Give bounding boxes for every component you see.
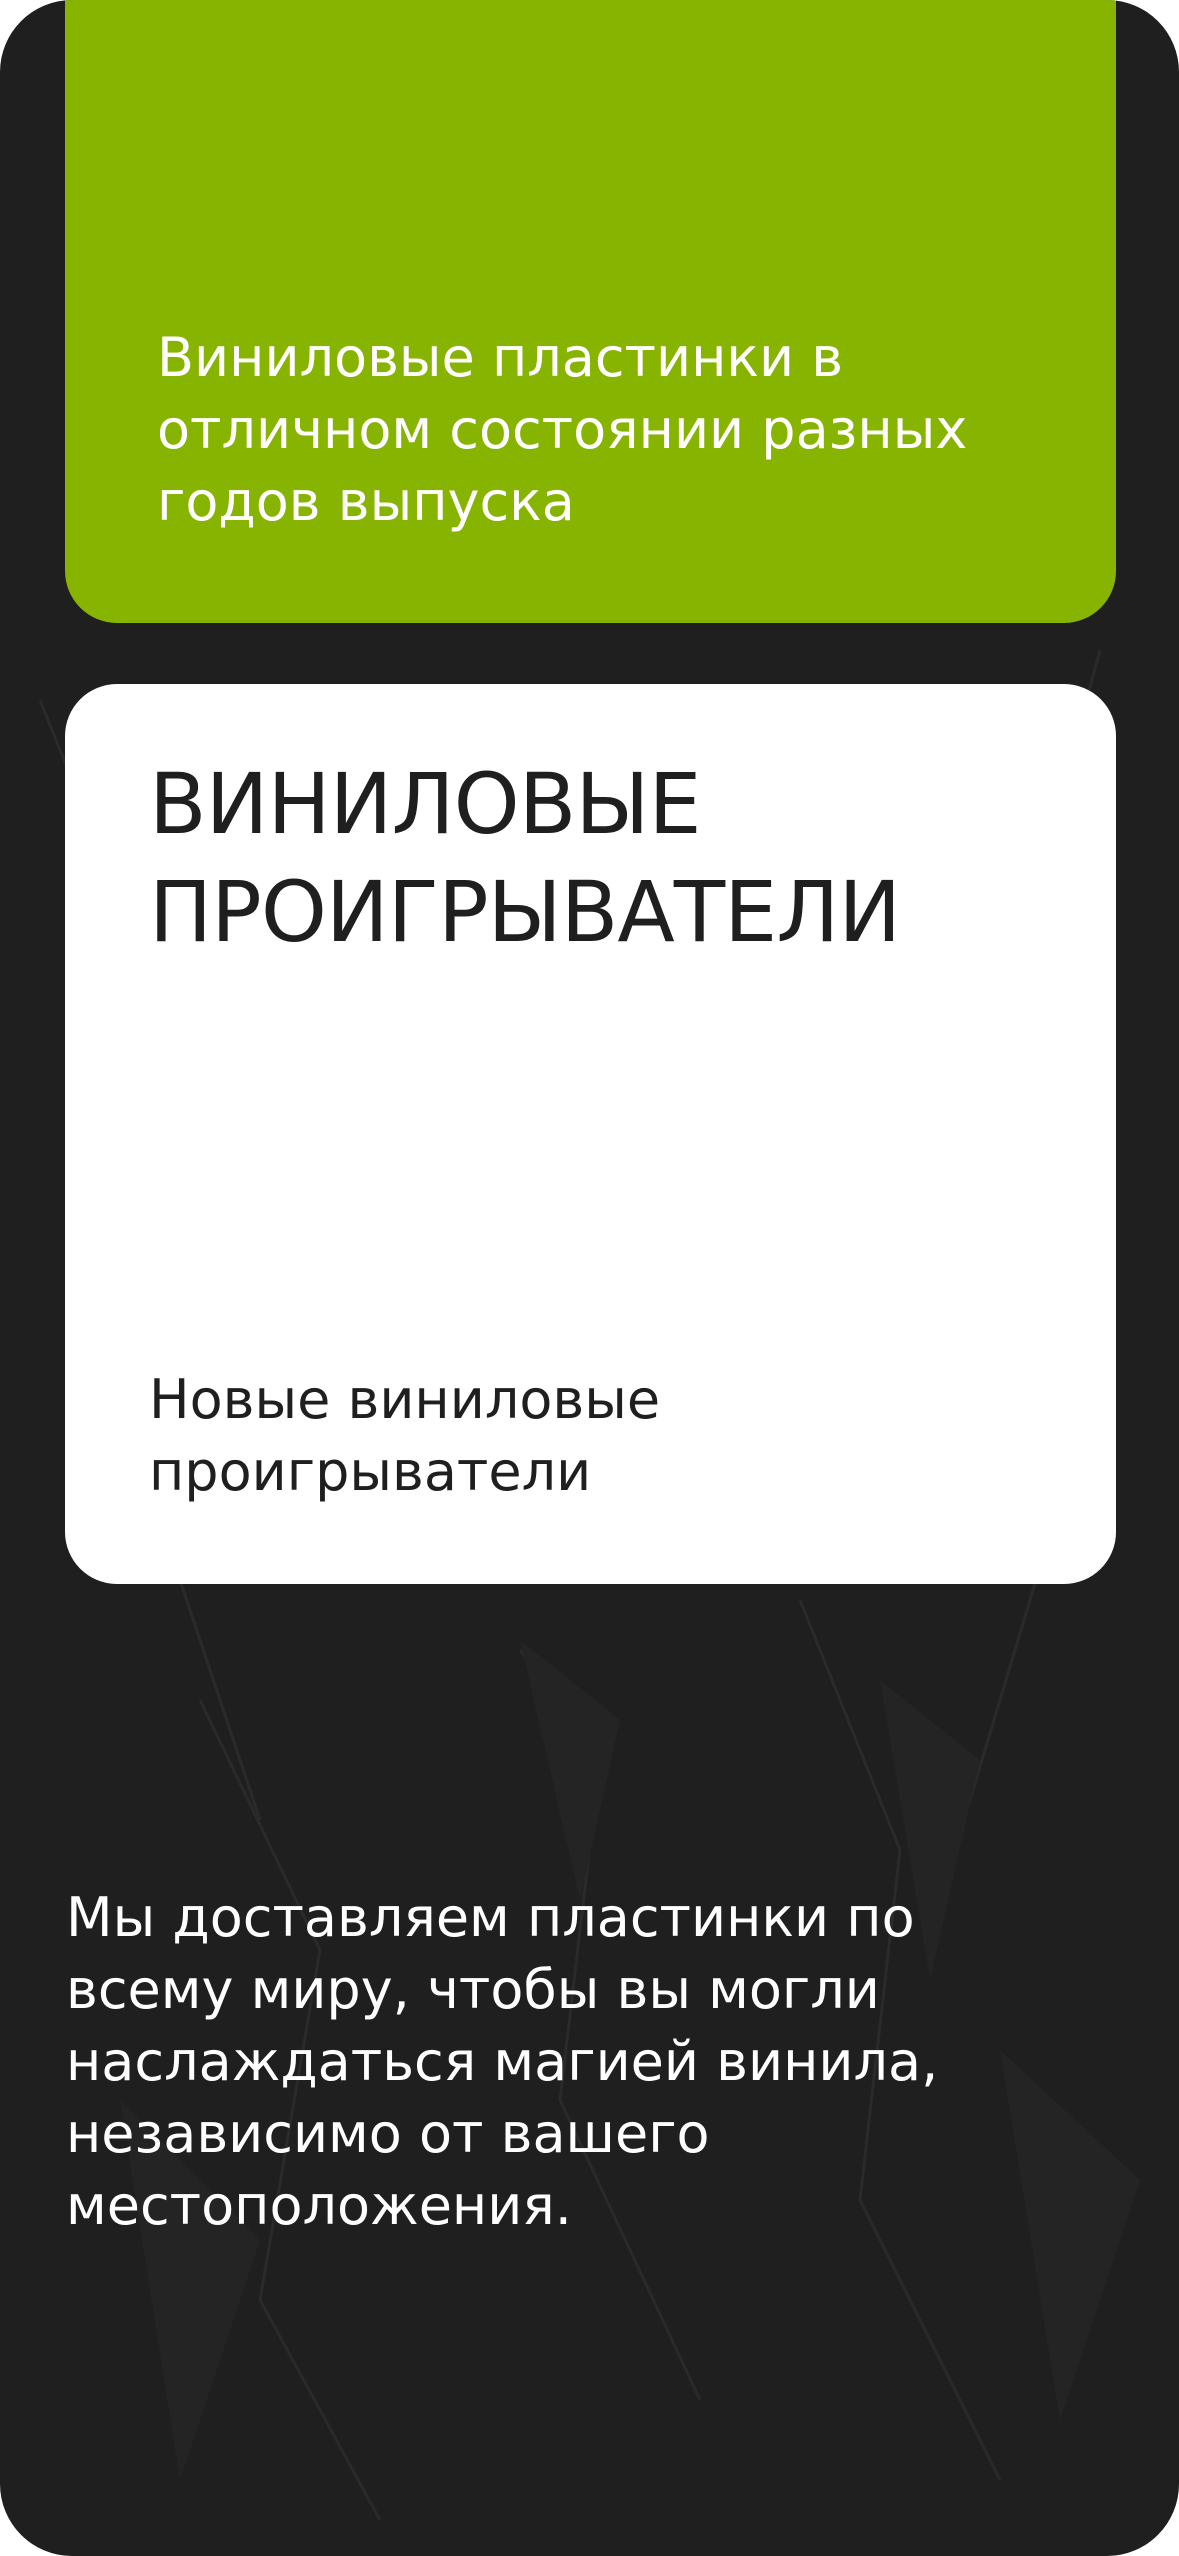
turntables-subtitle: Новые виниловые проигрыватели bbox=[149, 1368, 661, 1503]
turntables-title: Виниловые проигрыватели bbox=[149, 755, 901, 961]
turntables-card[interactable]: Виниловые проигрыватели Новые виниловые … bbox=[65, 684, 1116, 1584]
vinyl-records-description: Виниловые пластинки в отличном состоянии… bbox=[157, 326, 968, 533]
screen: Виниловые пластинки в отличном состоянии… bbox=[0, 0, 1179, 2556]
delivery-text: Мы доставляем пластинки по всему миру, ч… bbox=[66, 1886, 939, 2237]
texture-facet bbox=[520, 1640, 620, 1900]
vinyl-records-card[interactable]: Виниловые пластинки в отличном состоянии… bbox=[65, 0, 1116, 623]
